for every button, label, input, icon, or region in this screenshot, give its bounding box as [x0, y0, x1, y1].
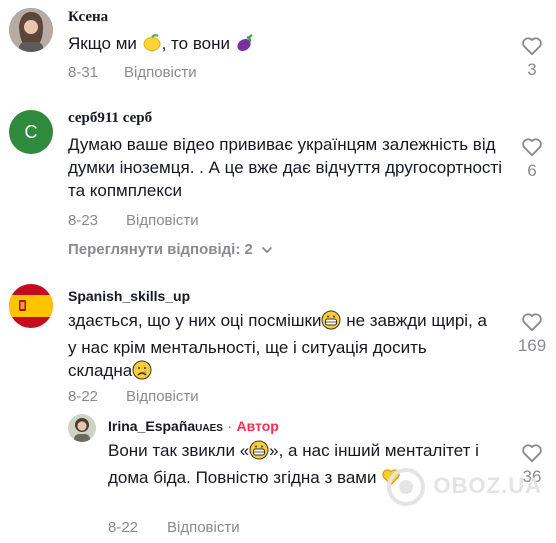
comment-date: 8-22 — [68, 388, 99, 405]
like-count: 169 — [517, 336, 547, 355]
comment-username[interactable]: серб911 серб — [68, 110, 152, 127]
eggplant-emoji — [235, 33, 255, 59]
watermark: OBOZ.UA — [386, 467, 542, 507]
comment-date: 8-22 — [108, 519, 139, 536]
reply-button[interactable]: Відповісти — [167, 519, 240, 536]
comment-text: здається, що у них оці посмішки не завжд… — [68, 309, 488, 386]
author-badge: Автор — [236, 418, 279, 434]
comment-text: Думаю ваше відео прививає українцям зале… — [68, 135, 502, 200]
crying-emoji — [132, 360, 152, 386]
comment-text: Якщо ми , то вони — [68, 32, 255, 59]
heart-icon — [522, 138, 542, 157]
avatar[interactable] — [9, 8, 53, 52]
chevron-down-icon — [261, 246, 273, 254]
watermark-logo-icon — [387, 468, 426, 506]
reply-header: Irina_EspañaUAES · Автор — [108, 418, 279, 436]
avatar-spain-flag[interactable] — [9, 284, 53, 328]
reply-button[interactable]: Відповісти — [126, 212, 199, 229]
reply-button[interactable]: Відповісти — [124, 64, 197, 81]
like-button[interactable]: 6 — [510, 137, 554, 181]
watermark-text: OBOZ.UA — [433, 472, 542, 498]
comment-text-part: , то вони — [161, 34, 235, 53]
flag-badges: UAES — [195, 423, 223, 434]
lemon-emoji — [142, 33, 162, 59]
comment-date: 8-23 — [68, 212, 99, 229]
like-count: 6 — [527, 161, 537, 180]
separator-dot: · — [227, 418, 233, 434]
grinning-emoji — [321, 310, 341, 336]
avatar-letter: C — [24, 121, 38, 142]
comment-text-part: Вони так звикли « — [108, 441, 250, 460]
comment-text-part: Якщо ми — [68, 34, 142, 53]
like-button[interactable]: 3 — [510, 36, 554, 80]
comment-username[interactable]: Irina_España — [108, 418, 195, 434]
reply-button[interactable]: Відповісти — [126, 388, 199, 405]
view-replies-button[interactable]: Переглянути відповіді: 2 — [68, 241, 273, 258]
like-button[interactable]: 169 — [510, 312, 554, 356]
avatar[interactable]: C — [9, 110, 53, 154]
heart-icon — [522, 37, 542, 56]
comment-username[interactable]: Ксена — [68, 9, 108, 26]
comment-text-part: здається, що у них оці посмішки — [68, 311, 322, 330]
like-count: 3 — [527, 60, 537, 79]
heart-icon — [522, 313, 542, 332]
grinning-emoji — [249, 440, 269, 466]
view-replies-label: Переглянути відповіді: 2 — [68, 241, 253, 258]
comment-date: 8-31 — [68, 64, 99, 81]
comment-username[interactable]: Spanish_skills_up — [68, 288, 190, 304]
avatar[interactable] — [68, 414, 96, 442]
heart-icon — [522, 444, 542, 463]
